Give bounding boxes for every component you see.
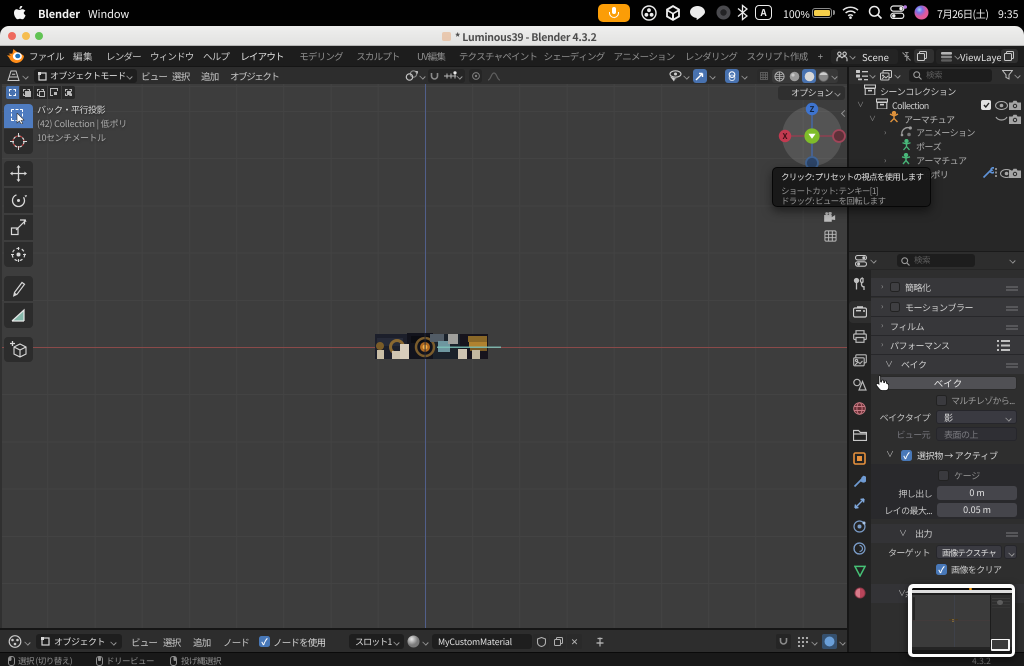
svg-text:X: X <box>782 131 787 142</box>
svg-text:Z: Z <box>810 104 815 115</box>
